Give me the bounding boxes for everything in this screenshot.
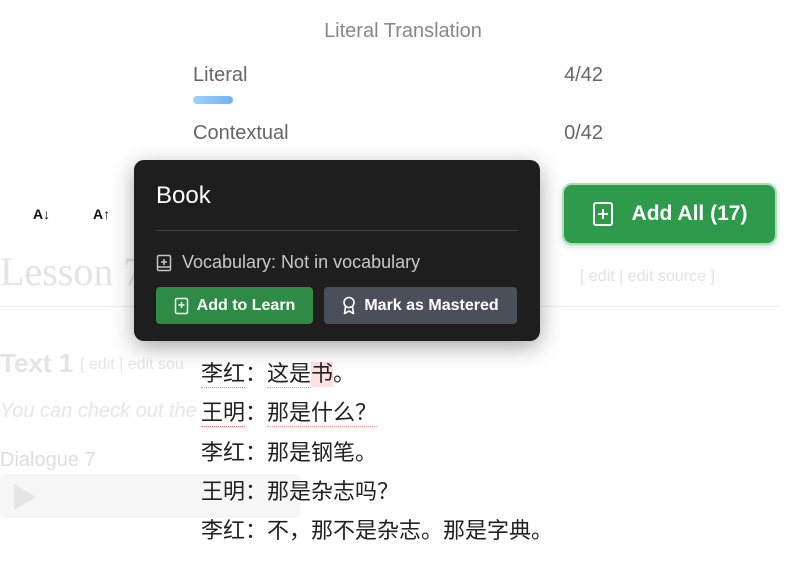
translation-option-contextual[interactable]: Contextual 0/42 [193, 122, 603, 145]
translation-option-count: 4/42 [564, 64, 603, 86]
text-subtitle: You can check out the [0, 400, 197, 422]
sentence[interactable]: 不，那不是杂志。那是字典。 [267, 519, 553, 544]
speaker-name[interactable]: 李红 [201, 519, 245, 544]
sentence[interactable]: 那是钢笔。 [267, 441, 377, 466]
separator: ： [245, 519, 268, 544]
text-heading: Text 1 [0, 348, 74, 378]
mark-as-mastered-label: Mark as Mastered [364, 296, 499, 314]
translation-section-title: Literal Translation [324, 20, 482, 42]
translation-option-literal[interactable]: Literal 4/42 [193, 64, 603, 87]
separator: ： [245, 441, 268, 466]
speaker-name[interactable]: 李红 [201, 441, 245, 466]
font-increase-button[interactable]: A↑ [93, 206, 110, 222]
lesson-edit-links[interactable]: [ edit | edit source ] [580, 268, 715, 286]
vocab-status: Vocabulary: Not in vocabulary [156, 252, 420, 273]
speaker-name[interactable]: 李红 [201, 362, 246, 388]
translation-option-label: Contextual [193, 122, 289, 144]
add-all-label: Add All (17) [631, 202, 748, 225]
translation-option-label: Literal [193, 64, 248, 86]
mark-as-mastered-button[interactable]: Mark as Mastered [324, 287, 517, 324]
translation-progress-bar [193, 96, 233, 104]
translation-option-count: 0/42 [564, 122, 603, 144]
highlighted-word[interactable]: 书 [311, 362, 334, 387]
punctuation: 。 [333, 362, 356, 387]
sentence[interactable]: 那是杂志吗？ [267, 480, 399, 505]
book-plus-icon [592, 201, 614, 227]
dialogue-line: 王明：那是杂志吗？ [201, 474, 399, 506]
add-to-learn-button[interactable]: Add to Learn [156, 287, 313, 324]
award-icon [342, 296, 356, 315]
dialogue-line: 王明：那是什么？ [201, 395, 378, 427]
separator: ： [245, 362, 268, 387]
separator: ： [245, 401, 268, 426]
book-plus-icon [174, 297, 189, 315]
word-popover: Book Vocabulary: Not in vocabulary Add t… [134, 160, 540, 341]
speaker-name[interactable]: 王明 [201, 480, 245, 505]
book-icon [156, 254, 172, 272]
dialogue-line: 李红：不，那不是杂志。那是字典。 [201, 513, 553, 545]
text-edit-links[interactable]: [ edit | edit sou [80, 356, 184, 374]
speaker-name[interactable]: 王明 [201, 401, 246, 427]
add-to-learn-label: Add to Learn [196, 296, 296, 314]
dialogue-label: Dialogue 7 [0, 449, 96, 471]
word[interactable]: 这是 [267, 362, 312, 388]
popover-word: Book [156, 182, 211, 209]
separator: ： [245, 480, 268, 505]
lesson-title: Lesson 7 [0, 248, 143, 295]
lesson-title-text: Lesson 7 [0, 249, 144, 294]
dialogue-line: 李红：这是书。 [201, 356, 355, 388]
add-all-button[interactable]: Add All (17) [562, 183, 777, 245]
vocab-status-text: Vocabulary: Not in vocabulary [182, 252, 421, 272]
sentence[interactable]: 那是什么？ [267, 401, 378, 427]
dialogue-line: 李红：那是钢笔。 [201, 435, 377, 467]
font-decrease-button[interactable]: A↓ [33, 206, 50, 222]
popover-divider [156, 230, 518, 231]
play-icon[interactable] [14, 484, 36, 510]
